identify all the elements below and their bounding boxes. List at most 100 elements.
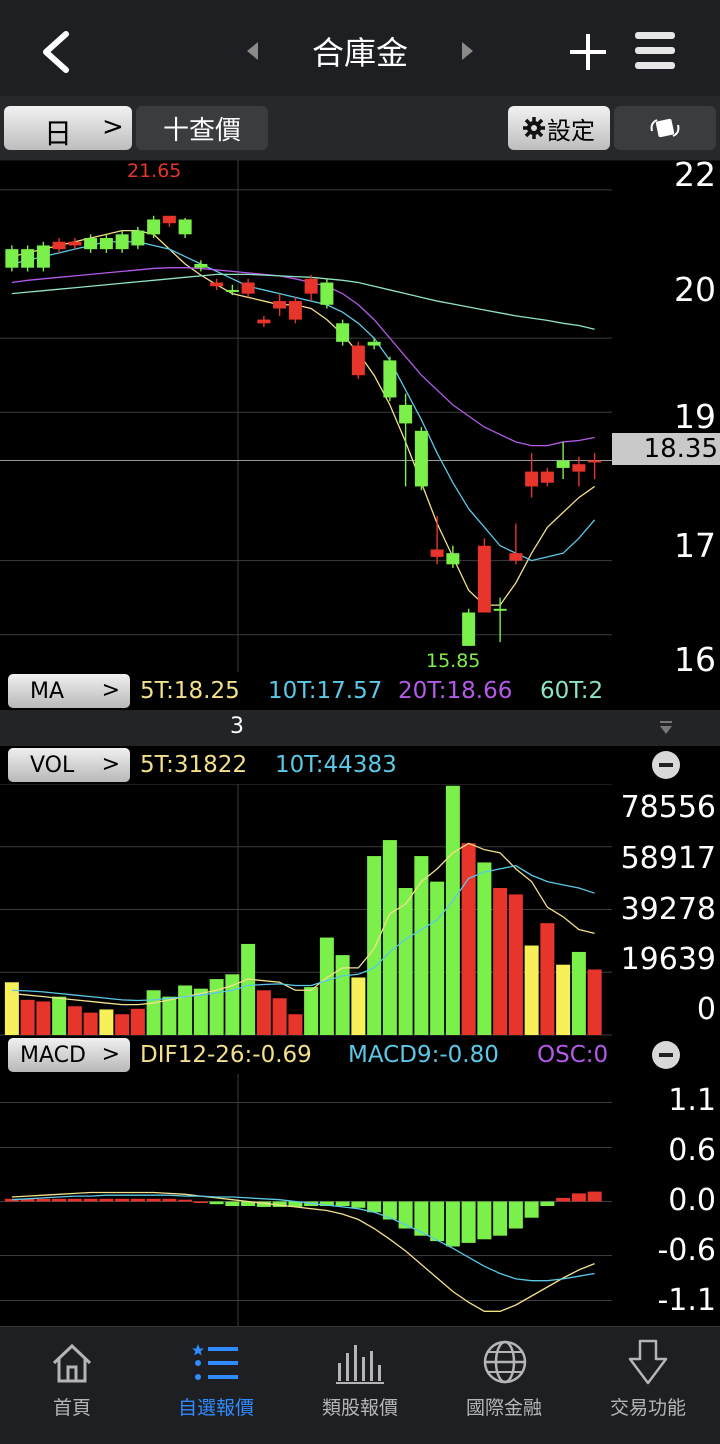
volume-bar — [20, 999, 35, 1035]
ma-label: MA — [30, 678, 65, 704]
home-icon — [52, 1343, 92, 1383]
list-star-icon — [192, 1344, 238, 1380]
vol-selector-button[interactable]: VOL > — [8, 748, 130, 782]
osc-bar — [445, 1201, 460, 1247]
collapse-macd-button[interactable] — [652, 1041, 680, 1069]
triangle-left-icon[interactable] — [244, 40, 262, 62]
osc-bar — [99, 1198, 114, 1202]
macd-line-DIF12-26 — [11, 1191, 595, 1312]
candle-body — [99, 238, 113, 250]
drag-handle-icon[interactable] — [658, 720, 674, 736]
candle-body — [572, 464, 586, 472]
macd-y-tick-label: 1.1 — [668, 1083, 716, 1118]
osc-bar — [162, 1198, 177, 1202]
osc-bar — [540, 1201, 555, 1206]
candle-body — [5, 249, 19, 268]
top-bar: 合庫金 — [0, 0, 720, 96]
nav-item-trading[interactable]: 交易功能 — [576, 1327, 720, 1423]
period-button[interactable]: 日 > — [4, 106, 132, 150]
osc-bar — [508, 1201, 523, 1229]
volume-bar — [52, 996, 67, 1035]
macd-chart[interactable] — [0, 1074, 720, 1326]
osc-bar — [115, 1198, 130, 1202]
volume-bar — [461, 843, 476, 1035]
chart-divider[interactable]: 3 — [0, 710, 720, 746]
candle-body — [52, 241, 66, 250]
candle-body — [210, 282, 224, 287]
nav-item-watchlist[interactable]: 自選報價 — [144, 1327, 288, 1423]
candle-body — [194, 263, 208, 268]
candlestick-chart[interactable] — [0, 160, 720, 672]
macd-selector-button[interactable]: MACD > — [8, 1038, 130, 1072]
volume-bar — [67, 1006, 82, 1035]
macd-signal-value: MACD9:-0.80 — [348, 1042, 499, 1068]
osc-bar — [209, 1201, 224, 1205]
plus-icon[interactable] — [568, 32, 608, 72]
volume-bar — [115, 1014, 130, 1035]
volume-bar — [83, 1012, 98, 1035]
candle-body — [178, 219, 192, 235]
osc-bar — [351, 1201, 366, 1208]
candle-body — [273, 301, 287, 309]
rotate-screen-button[interactable] — [614, 106, 716, 150]
candle-body — [36, 245, 50, 268]
hamburger-icon[interactable] — [634, 30, 676, 72]
settings-button[interactable]: 設定 — [508, 106, 610, 150]
volume-chart[interactable] — [0, 784, 720, 1036]
volume-bar — [130, 1008, 145, 1035]
volume-bar — [256, 990, 271, 1035]
macd-y-tick-label: 0.6 — [668, 1133, 716, 1168]
vol-y-tick-label: 19639 — [620, 942, 716, 977]
bar-chart-icon — [336, 1345, 384, 1384]
candle-body — [320, 282, 334, 305]
osc-bar — [193, 1201, 208, 1203]
triangle-right-icon[interactable] — [458, 40, 476, 62]
osc-bar — [461, 1201, 476, 1243]
macd-y-tick-label: -1.1 — [657, 1283, 716, 1318]
ma-line-20T — [11, 267, 595, 447]
candle-body — [304, 278, 318, 294]
osc-bar — [571, 1193, 586, 1202]
volume-bar — [445, 785, 460, 1035]
nav-item-international-finance[interactable]: 國際金融 — [432, 1327, 576, 1423]
ma20-value: 20T:18.66 — [398, 678, 513, 704]
volume-bar — [335, 955, 350, 1035]
candle-body — [477, 545, 491, 613]
osc-bar — [382, 1201, 397, 1220]
query-price-button[interactable]: 十查價 — [136, 106, 268, 150]
candle-body — [147, 219, 161, 235]
collapse-vol-button[interactable] — [652, 751, 680, 779]
candle-body — [493, 608, 507, 611]
ma60-value: 60T:2 — [540, 678, 604, 704]
ma-selector-button[interactable]: MA > — [8, 674, 130, 708]
osc-bar — [52, 1198, 67, 1202]
y-tick-label: 17 — [674, 526, 716, 565]
candle-body — [336, 323, 350, 342]
candle-body — [288, 301, 302, 320]
vol-ma-line-10T — [11, 864, 595, 1002]
vol-y-tick-label: 39278 — [620, 892, 716, 927]
nav-item-home[interactable]: 首頁 — [0, 1327, 144, 1423]
ma-indicator-bar: MA > 5T:18.25 10T:17.57 20T:18.66 60T:2 — [0, 672, 720, 710]
candle-body — [525, 471, 539, 487]
candle-body — [351, 345, 365, 376]
home-indicator-area — [0, 1422, 720, 1444]
high-price-label: 21.65 — [127, 160, 182, 182]
macd-dif-value: DIF12-26:-0.69 — [140, 1042, 312, 1068]
arrow-down-box-icon — [628, 1339, 668, 1385]
osc-bar — [587, 1191, 602, 1202]
vol-label: VOL — [30, 752, 75, 778]
volume-bar — [382, 840, 397, 1035]
chevron-left-icon[interactable] — [38, 30, 74, 74]
macd-osc-value: OSC:0 — [537, 1042, 609, 1068]
candle-body — [257, 319, 271, 324]
nav-item-sector-quotes[interactable]: 類股報價 — [288, 1327, 432, 1423]
macd-label: MACD — [20, 1042, 86, 1068]
ma5-value: 5T:18.25 — [140, 678, 240, 704]
ma-line-60T — [11, 273, 595, 330]
candle-body — [131, 230, 145, 246]
volume-bar — [36, 1001, 51, 1035]
chevron-right-icon: > — [101, 1042, 120, 1067]
osc-bar — [493, 1201, 508, 1236]
candle-body — [540, 471, 554, 483]
